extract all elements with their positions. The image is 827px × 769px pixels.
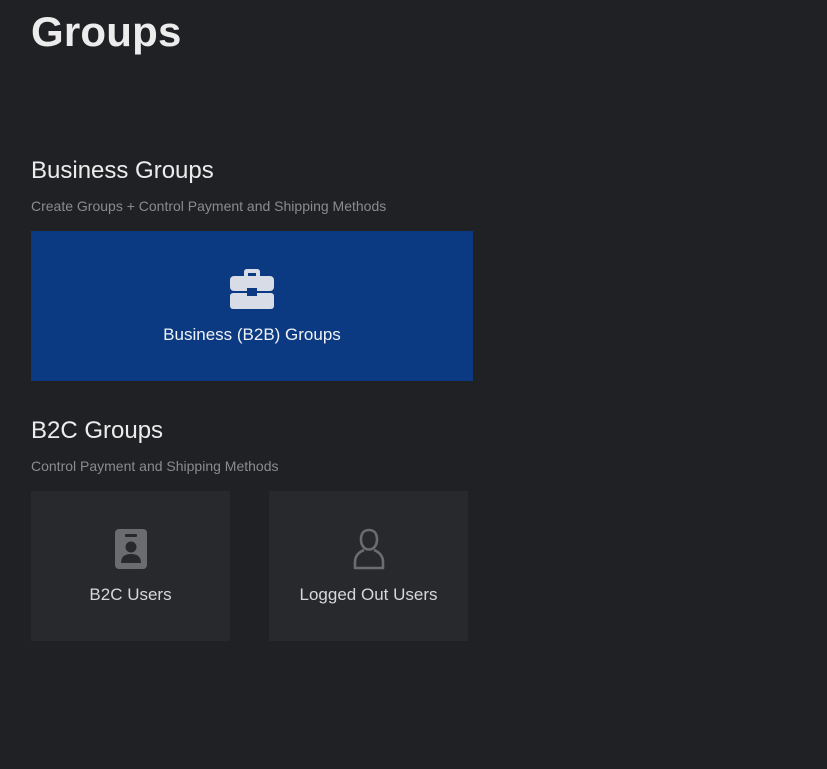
briefcase-icon: [230, 269, 274, 309]
b2c-users-label: B2C Users: [89, 585, 172, 604]
b2c-groups-title: B2C Groups: [31, 417, 164, 444]
business-b2b-groups-tile[interactable]: Business (B2B) Groups: [31, 231, 473, 381]
business-b2b-groups-label: Business (B2B) Groups: [163, 325, 341, 344]
business-groups-subtitle: Create Groups + Control Payment and Ship…: [31, 198, 387, 214]
business-groups-title: Business Groups: [31, 157, 214, 184]
logged-out-users-tile[interactable]: Logged Out Users: [269, 491, 468, 641]
logged-out-users-label: Logged Out Users: [299, 585, 438, 604]
b2c-users-tile[interactable]: B2C Users: [31, 491, 230, 641]
b2c-groups-subtitle: Control Payment and Shipping Methods: [31, 458, 279, 474]
user-outline-icon: [353, 528, 384, 570]
id-badge-icon: [114, 529, 147, 569]
groups-page: Groups Business Groups Create Groups + C…: [0, 0, 827, 769]
page-title: Groups: [31, 8, 182, 55]
